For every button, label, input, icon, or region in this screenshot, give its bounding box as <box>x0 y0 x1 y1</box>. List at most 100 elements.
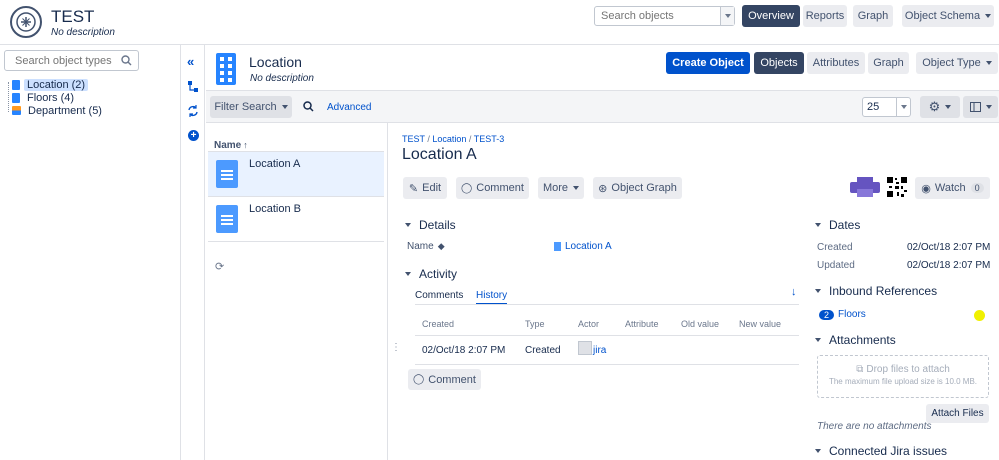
details-section-toggle[interactable]: Details <box>405 218 456 232</box>
search-dropdown-toggle[interactable] <box>720 7 734 25</box>
location-type-icon <box>12 79 20 90</box>
qr-code-icon[interactable] <box>886 176 908 198</box>
object-type-search-field[interactable] <box>4 50 139 71</box>
nav-reports[interactable]: Reports <box>803 5 847 27</box>
column-actor: Actor <box>578 319 600 329</box>
comment-button[interactable]: ◯ Comment <box>456 177 529 199</box>
search-icon[interactable] <box>303 101 314 112</box>
refresh-icon[interactable] <box>187 105 199 117</box>
tab-attributes[interactable]: Attributes <box>807 52 865 74</box>
tab-history[interactable]: History <box>476 290 508 305</box>
search-objects-input[interactable] <box>595 7 719 25</box>
location-type-icon <box>216 53 236 85</box>
floors-type-icon <box>12 92 20 103</box>
dates-section-toggle[interactable]: Dates <box>815 218 860 232</box>
name-column-label: Name <box>214 140 242 151</box>
list-item[interactable]: Location A <box>208 152 384 197</box>
reference-count-badge: 2 <box>819 309 835 320</box>
column-created: Created <box>422 319 455 329</box>
layout-icon <box>969 102 981 112</box>
comment-icon: ◯ <box>413 374 425 385</box>
tab-comments[interactable]: Comments <box>415 290 463 301</box>
created-label: Created <box>817 242 853 253</box>
breadcrumb-separator: / <box>466 134 474 144</box>
edit-button[interactable]: ✎ Edit <box>403 177 447 199</box>
tree-item-floors[interactable]: Floors (4) <box>12 91 77 104</box>
tab-object-type-label: Object Type <box>922 57 981 69</box>
attachment-dropzone[interactable]: ⧉ Drop files to attach The maximum file u… <box>817 355 989 398</box>
tab-graph[interactable]: Graph <box>868 52 909 74</box>
tab-object-type[interactable]: Object Type <box>916 52 998 74</box>
more-button[interactable]: More <box>538 177 584 199</box>
settings-button[interactable]: ⚙ <box>920 96 960 118</box>
collapse-sidebar-icon[interactable]: « <box>187 54 194 69</box>
name-attribute-value[interactable]: Location A <box>554 241 612 252</box>
dropzone-text: Drop files to attach <box>866 364 950 375</box>
print-icon[interactable] <box>850 177 880 197</box>
watch-button[interactable]: ◉ Watch 0 <box>915 177 990 199</box>
advanced-search-link[interactable]: Advanced <box>327 102 371 113</box>
department-type-icon <box>12 106 21 115</box>
row-actor-link[interactable]: jira <box>593 345 606 356</box>
inbound-references-toggle[interactable]: Inbound References <box>815 284 937 298</box>
object-title: Location A <box>402 146 477 163</box>
add-comment-button[interactable]: ◯ Comment <box>408 369 481 390</box>
nav-object-schema[interactable]: Object Schema <box>902 5 994 27</box>
chevron-down-icon <box>900 105 907 109</box>
breadcrumb: TEST / Location / TEST-3 <box>402 134 504 144</box>
name-attribute-label: Name ◆ <box>407 241 445 252</box>
dates-section-title: Dates <box>829 218 861 232</box>
filter-search-button[interactable]: Filter Search <box>210 96 292 118</box>
dropzone-label: ⧉ Drop files to attach <box>818 364 988 375</box>
activity-section-toggle[interactable]: Activity <box>405 267 457 281</box>
edit-label: Edit <box>422 182 442 194</box>
breadcrumb-object[interactable]: TEST-3 <box>474 134 505 144</box>
tree-item-location-label: Location (2) <box>24 78 89 91</box>
nav-overview[interactable]: Overview <box>742 5 800 27</box>
breadcrumb-type[interactable]: Location <box>432 134 466 144</box>
list-item[interactable]: Location B <box>208 197 384 242</box>
graph-icon: ⊛ <box>598 182 608 195</box>
attachments-section-toggle[interactable]: Attachments <box>815 333 896 347</box>
schema-title: TEST <box>51 7 95 26</box>
more-label: More <box>542 182 569 194</box>
chevron-down-icon <box>985 61 992 65</box>
filter-bar: Filter Search Advanced 25 ⚙ <box>206 90 999 123</box>
name-column-header[interactable]: Name ↑ <box>214 140 248 151</box>
tree-item-location[interactable]: Location (2) <box>12 78 89 91</box>
connected-jira-toggle[interactable]: Connected Jira issues <box>815 444 947 458</box>
search-objects-field[interactable] <box>594 6 735 26</box>
breadcrumb-schema[interactable]: TEST <box>402 134 425 144</box>
create-object-button[interactable]: Create Object <box>666 52 750 74</box>
details-section-title: Details <box>419 218 456 232</box>
add-object-type-icon[interactable]: + <box>188 130 199 141</box>
object-type-search-input[interactable] <box>5 51 117 70</box>
nav-object-schema-label: Object Schema <box>904 10 981 22</box>
download-icon[interactable]: ↓ <box>791 286 797 298</box>
tree-item-department-label: Department (5) <box>28 104 102 117</box>
tree-item-department[interactable]: Department (5) <box>12 104 105 117</box>
edit-icon: ✎ <box>408 182 419 195</box>
chevron-down-icon <box>815 289 821 293</box>
reference-label[interactable]: Floors <box>838 309 866 320</box>
chevron-down-icon <box>945 105 952 109</box>
attach-files-button[interactable]: Attach Files <box>926 404 989 423</box>
chevron-down-icon <box>281 105 288 109</box>
row-created: 02/Oct/18 2:07 PM <box>422 345 506 356</box>
hierarchy-icon[interactable] <box>188 81 199 93</box>
name-value-link[interactable]: Location A <box>565 241 612 252</box>
name-label-text: Name <box>407 241 434 252</box>
drag-handle-icon[interactable]: ⋮ <box>391 342 401 353</box>
tab-objects[interactable]: Objects <box>754 52 804 74</box>
nav-graph[interactable]: Graph <box>853 5 893 27</box>
object-list-panel: Name ↑ Location A Location B ⟳ <box>206 123 388 460</box>
attach-file-icon: ⧉ <box>856 364 864 375</box>
page-size-toggle[interactable] <box>896 98 910 116</box>
object-graph-button[interactable]: ⊛ Object Graph <box>593 177 682 199</box>
inbound-reference-floors[interactable]: 2 Floors <box>819 309 866 320</box>
layout-toggle-button[interactable] <box>963 96 998 118</box>
updated-value: 02/Oct/18 2:07 PM <box>907 260 991 271</box>
page-size-select[interactable]: 25 <box>862 97 911 117</box>
tree-item-floors-label: Floors (4) <box>27 91 75 104</box>
dropzone-hint: The maximum file upload size is 10.0 MB. <box>828 377 978 386</box>
